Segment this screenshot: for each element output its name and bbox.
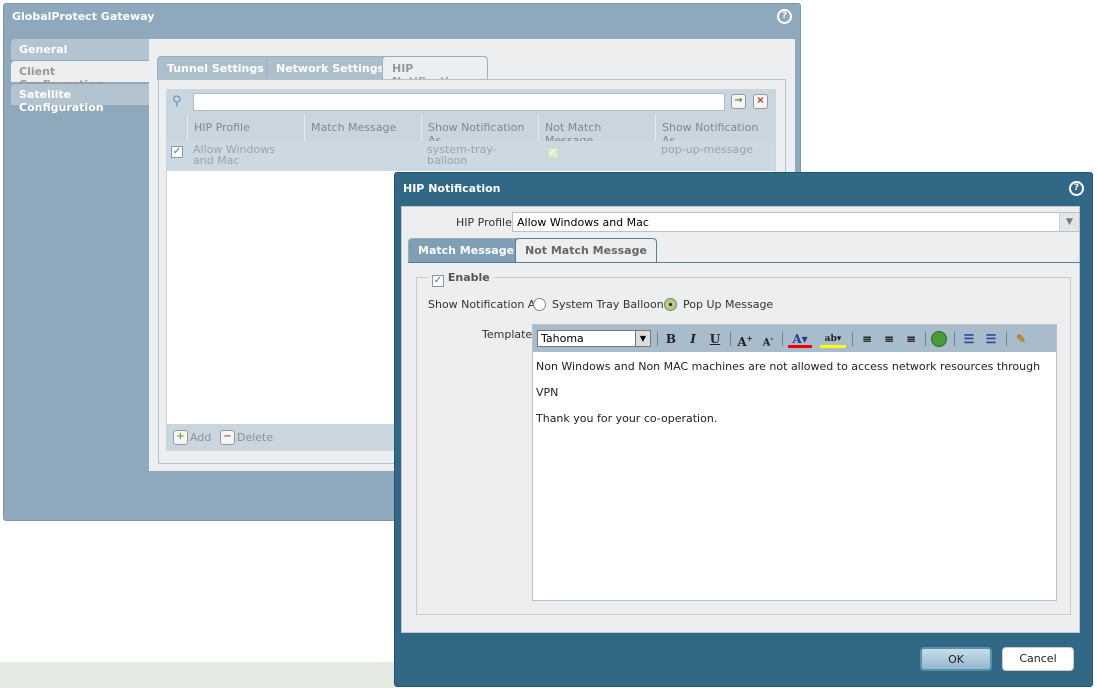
delete-icon[interactable]: − bbox=[220, 430, 235, 445]
ok-button[interactable]: OK bbox=[920, 647, 992, 671]
bold-icon[interactable]: B bbox=[663, 330, 679, 348]
side-tab-satellite-configuration[interactable]: Satellite Configuration bbox=[11, 84, 149, 114]
show-notification-as-label: Show Notification As bbox=[428, 298, 542, 311]
page-background bbox=[0, 662, 394, 688]
add-button[interactable]: Add bbox=[190, 431, 211, 444]
column-hip-profile[interactable]: HIP Profile bbox=[187, 114, 304, 141]
font-select[interactable]: Tahoma ▼ bbox=[537, 330, 651, 347]
side-tab-general[interactable]: General bbox=[11, 39, 149, 60]
cell-match-message bbox=[304, 141, 421, 171]
toolbar-separator bbox=[730, 332, 731, 346]
tab-divider bbox=[408, 262, 1080, 263]
chevron-down-icon[interactable]: ▼ bbox=[635, 331, 650, 346]
cell-not-match-show-as: pop-up-message bbox=[661, 143, 754, 156]
cell-hip-profile[interactable]: Allow Windows and Mac bbox=[187, 141, 304, 171]
unordered-list-icon[interactable]: ☰ bbox=[982, 330, 1000, 348]
dialog-body: HIP Profile Allow Windows and Mac ▼ Matc… bbox=[401, 206, 1080, 633]
message-line: Non Windows and Non MAC machines are not… bbox=[536, 360, 1041, 399]
enable-legend: ✓ Enable bbox=[428, 271, 494, 287]
ordered-list-icon[interactable]: ☰ bbox=[960, 330, 978, 348]
tab-hip-notification[interactable]: HIP Notification bbox=[382, 56, 488, 88]
chevron-down-icon[interactable]: ▼ bbox=[1059, 213, 1079, 231]
template-editor: Tahoma ▼ B I U A+ A- A▾ ab▾ ≡ ≡ ≡ ☰ ☰ ✎ … bbox=[532, 324, 1057, 601]
add-icon[interactable]: + bbox=[173, 430, 188, 445]
hip-profile-label: HIP Profile bbox=[456, 216, 512, 229]
tab-match-message[interactable]: Match Message bbox=[408, 238, 525, 262]
delete-button[interactable]: Delete bbox=[237, 431, 273, 444]
increase-font-size-icon[interactable]: A+ bbox=[736, 330, 754, 349]
editor-toolbar: Tahoma ▼ B I U A+ A- A▾ ab▾ ≡ ≡ ≡ ☰ ☰ ✎ bbox=[533, 325, 1056, 352]
enable-checkbox[interactable]: ✓ bbox=[432, 275, 444, 287]
align-left-icon[interactable]: ≡ bbox=[858, 330, 876, 348]
toolbar-separator bbox=[782, 332, 783, 346]
not-match-message-check-icon: ✓ bbox=[547, 147, 559, 159]
highlight-color-icon[interactable]: ab▾ bbox=[820, 330, 846, 348]
tab-tunnel-settings[interactable]: Tunnel Settings bbox=[157, 56, 274, 80]
table-row[interactable]: ✓ Allow Windows and Mac system-tray-ball… bbox=[167, 141, 775, 171]
source-edit-icon[interactable]: ✎ bbox=[1012, 330, 1030, 348]
side-tab-client-configuration[interactable]: Client Configuration bbox=[11, 61, 149, 91]
hip-profile-value: Allow Windows and Mac bbox=[517, 216, 649, 229]
apply-filter-icon[interactable]: → bbox=[731, 94, 746, 109]
toolbar-separator bbox=[925, 332, 926, 346]
column-show-notification-as-2[interactable]: Show Notification As bbox=[655, 114, 773, 147]
hip-notification-dialog: HIP Notification ? HIP Profile Allow Win… bbox=[394, 172, 1093, 687]
font-value: Tahoma bbox=[541, 332, 584, 345]
system-tray-balloon-label[interactable]: System Tray Balloon bbox=[552, 298, 664, 311]
help-icon[interactable]: ? bbox=[777, 9, 792, 24]
template-content[interactable]: Non Windows and Non MAC machines are not… bbox=[536, 354, 1056, 432]
insert-link-icon[interactable] bbox=[931, 331, 947, 347]
search-bar: ⚲ → × bbox=[167, 90, 775, 114]
search-input[interactable] bbox=[193, 93, 725, 111]
table-header: HIP Profile Match Message Show Notificat… bbox=[167, 114, 775, 147]
enable-label: Enable bbox=[447, 271, 490, 284]
italic-icon[interactable]: I bbox=[685, 330, 701, 348]
toolbar-separator bbox=[954, 332, 955, 346]
dialog-title: HIP Notification bbox=[403, 182, 501, 195]
column-show-notification-as[interactable]: Show Notification As bbox=[421, 114, 538, 147]
message-line: Thank you for your co-operation. bbox=[536, 412, 718, 425]
column-not-match-message[interactable]: Not Match Message bbox=[538, 114, 655, 147]
toolbar-separator bbox=[657, 332, 658, 346]
radio-pop-up-message[interactable] bbox=[664, 298, 677, 311]
pop-up-message-label[interactable]: Pop Up Message bbox=[683, 298, 773, 311]
cell-match-show-as: system-tray-balloon bbox=[427, 143, 497, 167]
underline-icon[interactable]: U bbox=[707, 330, 723, 348]
search-icon: ⚲ bbox=[172, 94, 182, 109]
radio-system-tray-balloon[interactable] bbox=[533, 298, 546, 311]
align-right-icon[interactable]: ≡ bbox=[902, 330, 920, 348]
hip-profile-select[interactable]: Allow Windows and Mac ▼ bbox=[512, 212, 1080, 232]
toolbar-separator bbox=[1006, 332, 1007, 346]
row-checkbox[interactable]: ✓ bbox=[171, 146, 183, 158]
window-title: GlobalProtect Gateway bbox=[12, 10, 155, 23]
template-label: Template bbox=[482, 328, 533, 341]
toolbar-separator bbox=[852, 332, 853, 346]
decrease-font-size-icon[interactable]: A- bbox=[759, 330, 777, 348]
column-match-message[interactable]: Match Message bbox=[304, 114, 421, 141]
help-icon[interactable]: ? bbox=[1069, 181, 1084, 196]
tab-not-match-message[interactable]: Not Match Message bbox=[515, 238, 657, 262]
clear-filter-icon[interactable]: × bbox=[753, 94, 768, 109]
cancel-button[interactable]: Cancel bbox=[1002, 647, 1074, 671]
tab-network-settings[interactable]: Network Settings bbox=[266, 56, 395, 80]
align-center-icon[interactable]: ≡ bbox=[880, 330, 898, 348]
font-color-icon[interactable]: A▾ bbox=[788, 330, 812, 348]
